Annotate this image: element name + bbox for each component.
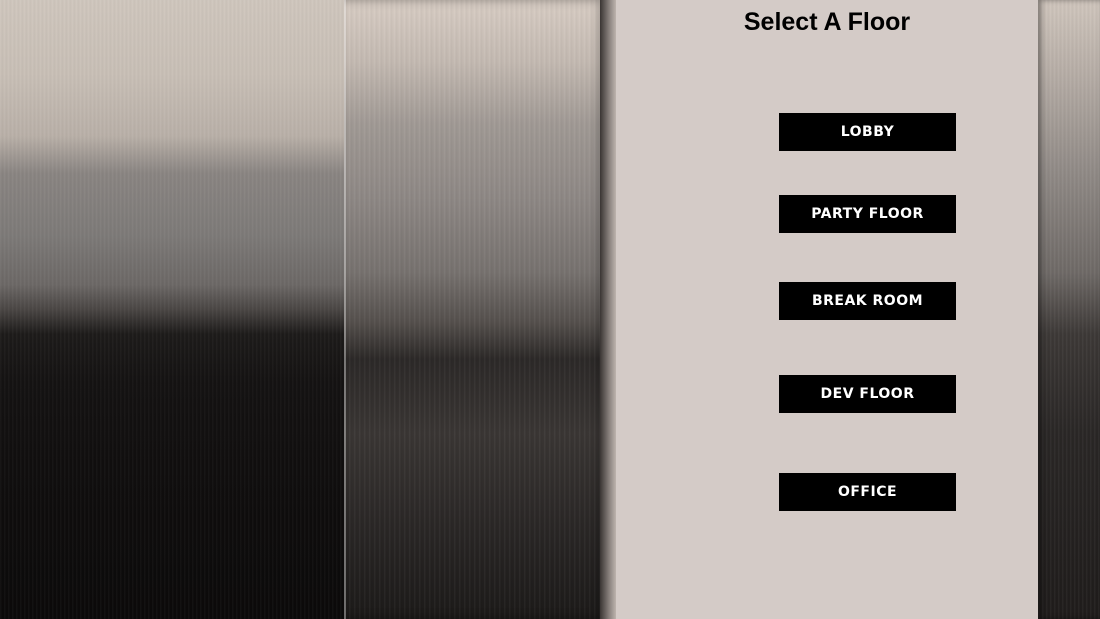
floor-button-break-room[interactable]: BREAK ROOM (779, 282, 956, 320)
floor-button-lobby[interactable]: LOBBY (779, 113, 956, 151)
floor-select-panel: Select A Floor LOBBY PARTY FLOOR BREAK R… (616, 0, 1038, 619)
elevator-door-left-inner (344, 0, 606, 619)
elevator-door-right (1038, 0, 1100, 619)
floor-button-dev-floor[interactable]: DEV FLOOR (779, 375, 956, 413)
floor-button-office[interactable]: OFFICE (779, 473, 956, 511)
panel-title: Select A Floor (743, 8, 911, 36)
elevator-scene: Select A Floor LOBBY PARTY FLOOR BREAK R… (0, 0, 1100, 619)
floor-button-party-floor[interactable]: PARTY FLOOR (779, 195, 956, 233)
elevator-door-left-outer (0, 0, 348, 619)
door-panel-gap (600, 0, 616, 619)
